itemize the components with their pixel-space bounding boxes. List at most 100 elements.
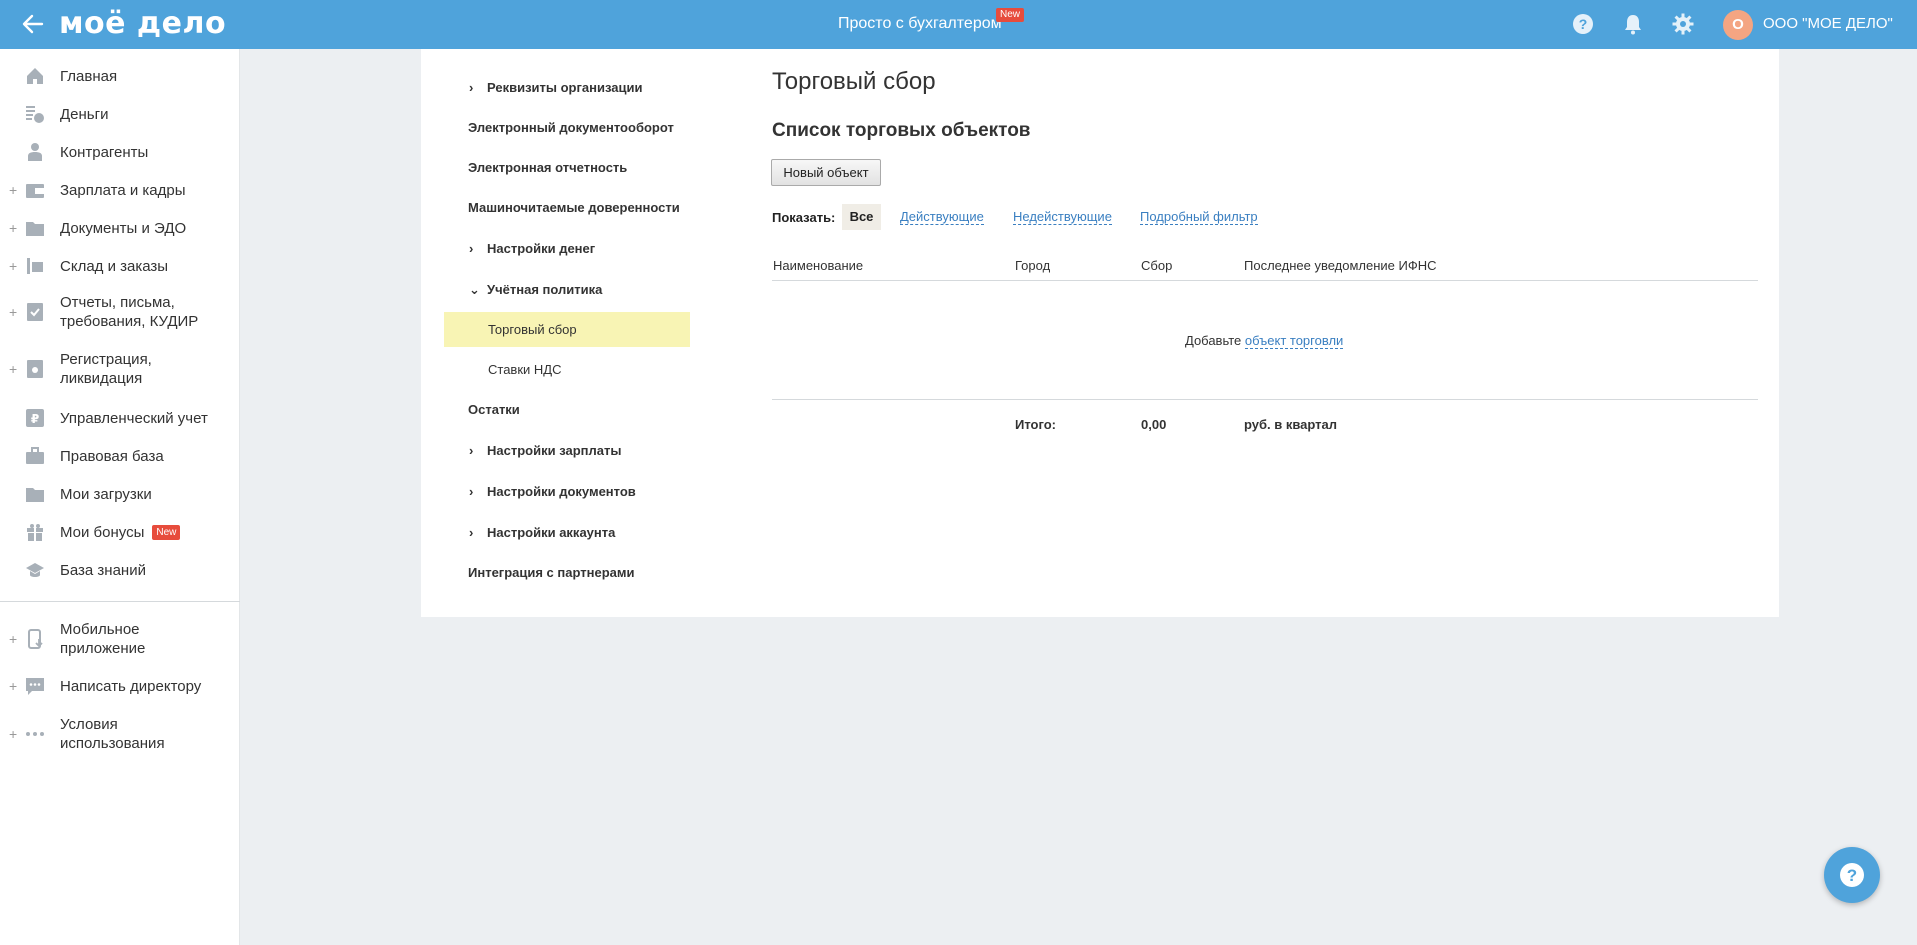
bell-icon[interactable]: [1621, 12, 1645, 36]
settings-subitem-trade-fee[interactable]: Торговый сбор: [488, 322, 577, 337]
svg-text:?: ?: [1847, 866, 1857, 885]
filter-active-link[interactable]: Действующие: [900, 210, 984, 225]
promo-new-badge: New: [996, 8, 1025, 22]
add-trade-object-link[interactable]: объект торговли: [1244, 333, 1344, 349]
total-unit: руб. в квартал: [1244, 417, 1338, 432]
sidebar-item-downloads[interactable]: Мои загрузки: [0, 482, 240, 506]
sidebar-item-terms[interactable]: + Условия использования: [0, 714, 240, 754]
sidebar-item-registration[interactable]: + Регистрация, ликвидация: [0, 349, 240, 389]
sidebar-item-label: Главная: [60, 67, 118, 85]
sidebar-item-legal[interactable]: Правовая база: [0, 444, 240, 468]
sidebar-item-bonuses[interactable]: Мои бонусы New: [0, 520, 240, 544]
logo[interactable]: моё дело: [59, 7, 226, 41]
help-icon[interactable]: ?: [1571, 12, 1595, 36]
folder-icon: [26, 488, 44, 502]
back-arrow-icon[interactable]: [20, 11, 46, 37]
more-icon: [26, 732, 44, 736]
sidebar-item-label: Правовая база: [60, 447, 164, 465]
chevron-right-icon: ›: [469, 484, 474, 499]
sidebar-item-label: Написать директору: [60, 677, 202, 695]
settings-item-account[interactable]: › Настройки аккаунта: [469, 525, 615, 540]
expand-plus-icon[interactable]: +: [9, 678, 19, 694]
contractors-icon: [28, 143, 42, 161]
home-icon: [27, 68, 43, 84]
filter-inactive-link[interactable]: Недействующие: [1013, 210, 1112, 225]
chevron-right-icon: ›: [469, 241, 474, 256]
salary-icon: [26, 184, 44, 198]
settings-subitem-vat-rates[interactable]: Ставки НДС: [488, 362, 561, 377]
empty-table-message: Добавьте объект торговли: [1185, 333, 1344, 349]
table-footer-divider: [772, 399, 1758, 400]
settings-item-balances[interactable]: Остатки: [468, 402, 520, 417]
gear-icon[interactable]: [1671, 12, 1695, 36]
settings-item-money[interactable]: › Настройки денег: [469, 241, 595, 256]
sidebar-item-label: Мои загрузки: [60, 485, 152, 503]
settings-item-partner-integration[interactable]: Интеграция с партнерами: [468, 565, 634, 580]
filter-label: Показать:: [772, 210, 836, 225]
sidebar-item-documents[interactable]: + Документы и ЭДО: [0, 216, 240, 240]
expand-plus-icon[interactable]: +: [9, 258, 19, 274]
expand-plus-icon[interactable]: +: [9, 220, 19, 236]
warehouse-icon: [27, 258, 43, 274]
gift-icon: [27, 524, 43, 541]
briefcase-icon: [26, 447, 44, 464]
reports-icon: [27, 303, 43, 321]
detailed-filter-link[interactable]: Подробный фильтр: [1140, 210, 1258, 225]
promo-link[interactable]: Просто с бухгалтером: [838, 15, 1002, 33]
expand-plus-icon[interactable]: +: [9, 726, 19, 742]
sidebar-item-home[interactable]: Главная: [0, 64, 240, 88]
filter-all[interactable]: Все: [842, 204, 881, 230]
sidebar-item-contractors[interactable]: Контрагенты: [0, 140, 240, 164]
expand-plus-icon[interactable]: +: [9, 631, 19, 647]
sidebar-item-money[interactable]: Деньги: [0, 102, 240, 126]
help-icon: ?: [1840, 863, 1864, 887]
sidebar-item-label: Условия использования: [60, 716, 165, 752]
new-object-button[interactable]: Новый объект: [771, 159, 881, 186]
sidebar-item-management[interactable]: ₽ Управленческий учет: [0, 406, 240, 430]
sidebar-divider: [0, 601, 240, 602]
registration-icon: [27, 360, 43, 378]
help-chat-button[interactable]: ?: [1824, 847, 1880, 903]
svg-text:?: ?: [1579, 16, 1588, 32]
page-title: Торговый сбор: [772, 68, 936, 95]
sidebar-item-label: Зарплата и кадры: [60, 181, 186, 199]
sidebar-item-label: Мобильное приложение: [60, 621, 146, 657]
settings-item-requisites[interactable]: › Реквизиты организации: [469, 80, 642, 95]
sidebar-item-label: Контрагенты: [60, 143, 149, 161]
chevron-right-icon: ›: [469, 80, 474, 95]
sidebar-item-label: Деньги: [60, 105, 109, 123]
company-name[interactable]: ООО "МОЕ ДЕЛО": [1763, 15, 1893, 32]
settings-item-salary[interactable]: › Настройки зарплаты: [469, 443, 621, 458]
graduation-cap-icon: [26, 563, 44, 577]
settings-item-edo[interactable]: Электронный документооборот: [468, 120, 674, 135]
sidebar-item-label: Отчеты, письма, требования, КУДИР: [60, 294, 199, 330]
sidebar-item-write-director[interactable]: + Написать директору: [0, 674, 240, 698]
sidebar-item-reports[interactable]: + Отчеты, письма, требования, КУДИР: [0, 292, 240, 332]
company-avatar[interactable]: О: [1723, 10, 1753, 40]
money-icon: [26, 106, 44, 123]
sidebar-item-mobile-app[interactable]: + Мобильное приложение: [0, 619, 240, 659]
sidebar-item-label: Склад и заказы: [60, 257, 169, 275]
expand-plus-icon[interactable]: +: [9, 361, 19, 377]
settings-item-power-of-attorney[interactable]: Машиночитаемые доверенности: [468, 200, 680, 215]
settings-item-documents[interactable]: › Настройки документов: [469, 484, 636, 499]
total-value: 0,00: [1141, 417, 1167, 432]
column-header-fee: Сбор: [1141, 258, 1173, 273]
sidebar-item-label: Регистрация, ликвидация: [60, 351, 152, 387]
sidebar-item-label: База знаний: [60, 561, 146, 579]
sidebar: Главная Деньги Контрагенты + Зарплата и …: [0, 49, 240, 945]
settings-item-accounting-policy[interactable]: ⌄ Учётная политика: [469, 282, 602, 298]
column-header-last-notice: Последнее уведомление ИФНС: [1244, 258, 1437, 273]
sidebar-item-salary[interactable]: + Зарплата и кадры: [0, 178, 240, 202]
new-badge: New: [152, 524, 181, 540]
top-header: моё дело Просто с бухгалтером New ? О ОО…: [0, 0, 1917, 49]
settings-item-e-reporting[interactable]: Электронная отчетность: [468, 160, 627, 175]
sidebar-item-knowledge[interactable]: База знаний: [0, 558, 240, 582]
management-icon: ₽: [26, 409, 44, 427]
expand-plus-icon[interactable]: +: [9, 304, 19, 320]
chevron-right-icon: ›: [469, 525, 474, 540]
sidebar-item-warehouse[interactable]: + Склад и заказы: [0, 254, 240, 278]
chevron-right-icon: ›: [469, 443, 474, 458]
documents-icon: [26, 222, 44, 236]
expand-plus-icon[interactable]: +: [9, 182, 19, 198]
